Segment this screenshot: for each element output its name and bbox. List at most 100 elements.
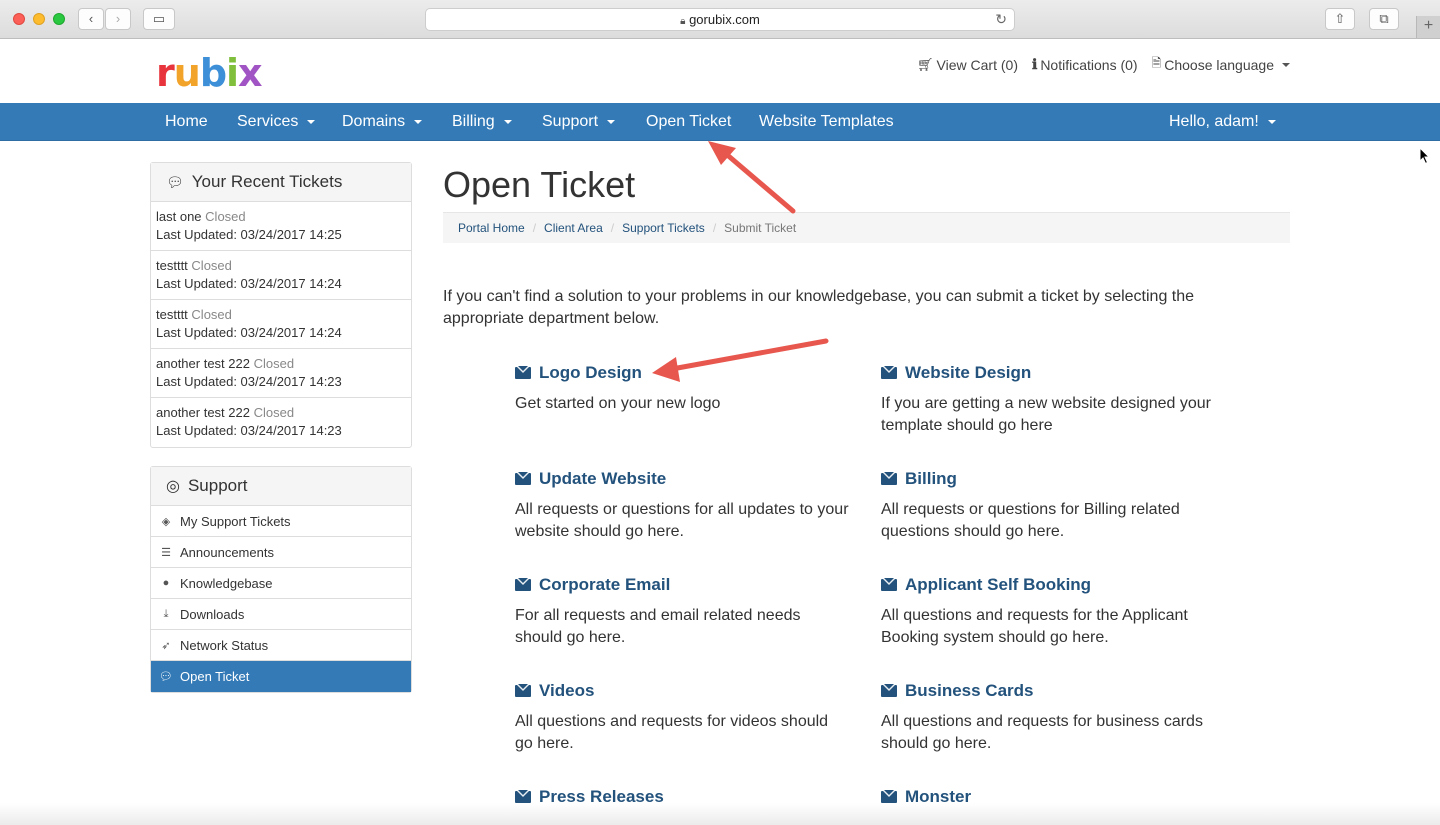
nav-support[interactable]: Support <box>542 103 616 141</box>
browser-toolbar: ‹ › ▭ 🔒︎ gorubix.com ↻ ⇧ ⧉ + <box>0 0 1440 39</box>
rocket-icon: ➶ <box>161 639 171 652</box>
life-ring-icon: ◎ <box>166 478 180 495</box>
breadcrumb: Portal Home / Client Area / Support Tick… <box>443 213 1290 243</box>
breadcrumb-separator: / <box>712 221 717 235</box>
nav-user-menu[interactable]: Hello, adam! <box>1169 103 1276 141</box>
department-link[interactable]: Corporate Email <box>515 574 850 596</box>
info-icon: ℹ <box>1031 56 1038 72</box>
envelope-icon <box>881 472 897 485</box>
support-item-announcements[interactable]: ☰ Announcements <box>151 537 411 568</box>
breadcrumb-support-tickets[interactable]: Support Tickets <box>622 221 705 235</box>
notifications-link[interactable]: ℹ Notifications (0) <box>1032 54 1138 75</box>
breadcrumb-portal-home[interactable]: Portal Home <box>458 221 525 235</box>
support-item-my-tickets[interactable]: ◈ My Support Tickets <box>151 506 411 537</box>
department-link[interactable]: Website Design <box>881 362 1216 384</box>
chevron-right-icon: › <box>115 11 121 26</box>
caret-down-icon <box>307 119 316 124</box>
department-description: All questions and requests for videos sh… <box>515 713 829 752</box>
comments-icon: 💬︎ <box>166 173 184 190</box>
sidebar-icon: ▭ <box>152 11 166 26</box>
nav-billing[interactable]: Billing <box>452 103 512 141</box>
department-description: All requests or questions for Billing re… <box>881 501 1180 540</box>
envelope-icon <box>881 578 897 591</box>
recent-ticket-item[interactable]: testttt Closed Last Updated: 03/24/2017 … <box>151 251 411 300</box>
recent-ticket-item[interactable]: another test 222 Closed Last Updated: 03… <box>151 349 411 398</box>
lock-icon: 🔒︎ <box>680 16 686 27</box>
department-description: For all requests and email related needs… <box>515 607 801 646</box>
envelope-icon <box>515 684 531 697</box>
forward-button[interactable]: › <box>105 8 131 30</box>
download-icon: ⤓ <box>163 607 169 620</box>
department-link[interactable]: Logo Design <box>515 362 850 384</box>
caret-down-icon <box>1267 119 1276 124</box>
department-business-cards: Business Cards All questions and request… <box>881 680 1216 755</box>
rubix-logo[interactable]: rubix <box>156 53 263 93</box>
breadcrumb-separator: / <box>532 221 537 235</box>
share-button[interactable]: ⇧ <box>1325 8 1355 30</box>
language-icon: 🗎 <box>1151 56 1162 70</box>
support-item-network-status[interactable]: ➶ Network Status <box>151 630 411 661</box>
support-item-knowledgebase[interactable]: ● Knowledgebase <box>151 568 411 599</box>
page-title: Open Ticket <box>443 164 636 205</box>
chevron-left-icon: ‹ <box>88 11 94 26</box>
nav-home[interactable]: Home <box>165 103 208 141</box>
recent-ticket-item[interactable]: testttt Closed Last Updated: 03/24/2017 … <box>151 300 411 349</box>
nav-services[interactable]: Services <box>237 103 316 141</box>
list-icon: ☰ <box>161 546 171 559</box>
intro-text: If you can't find a solution to your pro… <box>443 288 1195 327</box>
breadcrumb-separator: / <box>610 221 615 235</box>
support-item-downloads[interactable]: ⤓ Downloads <box>151 599 411 630</box>
caret-down-icon <box>414 119 423 124</box>
comments-icon: 💬︎ <box>159 671 173 683</box>
new-tab-button[interactable]: + <box>1416 16 1440 38</box>
department-description: All requests or questions for all update… <box>515 501 849 540</box>
back-button[interactable]: ‹ <box>78 8 104 30</box>
department-link[interactable]: Applicant Self Booking <box>881 574 1216 596</box>
department-link[interactable]: Update Website <box>515 468 850 490</box>
tabs-button[interactable]: ⧉ <box>1369 8 1399 30</box>
caret-down-icon <box>503 119 512 124</box>
caret-down-icon <box>607 119 616 124</box>
breadcrumb-client-area[interactable]: Client Area <box>544 221 603 235</box>
sidebar-toggle-button[interactable]: ▭ <box>143 8 175 30</box>
envelope-icon <box>881 790 897 803</box>
department-link[interactable]: Videos <box>515 680 850 702</box>
close-window-icon[interactable] <box>13 13 25 25</box>
zoom-window-icon[interactable] <box>53 13 65 25</box>
support-panel: ◎ Support ◈ My Support Tickets ☰ Announc… <box>150 466 412 693</box>
department-corporate-email: Corporate Email For all requests and ema… <box>515 574 850 649</box>
department-description: All questions and requests for the Appli… <box>881 607 1188 646</box>
envelope-icon <box>515 366 531 379</box>
minimize-window-icon[interactable] <box>33 13 45 25</box>
recent-ticket-item[interactable]: last one Closed Last Updated: 03/24/2017… <box>151 202 411 251</box>
recent-ticket-item[interactable]: another test 222 Closed Last Updated: 03… <box>151 398 411 447</box>
caret-down-icon <box>1282 62 1290 67</box>
choose-language-dropdown[interactable]: 🗎 Choose language <box>1152 54 1290 75</box>
nav-open-ticket[interactable]: Open Ticket <box>646 103 731 141</box>
address-bar[interactable]: 🔒︎ gorubix.com ↻ <box>425 8 1015 31</box>
nav-domains[interactable]: Domains <box>342 103 423 141</box>
url-text: gorubix.com <box>689 12 760 27</box>
department-logo-design: Logo Design Get started on your new logo <box>515 362 850 415</box>
department-billing: Billing All requests or questions for Bi… <box>881 468 1216 543</box>
envelope-icon <box>881 684 897 697</box>
department-link[interactable]: Business Cards <box>881 680 1216 702</box>
cart-icon: 🛒︎ <box>917 56 934 72</box>
envelope-icon <box>881 366 897 379</box>
panel-heading: ◎ Support <box>151 467 411 506</box>
panel-heading: 💬︎ Your Recent Tickets <box>151 163 411 202</box>
department-description: If you are getting a new website designe… <box>881 395 1211 434</box>
recent-tickets-panel: 💬︎ Your Recent Tickets last one Closed L… <box>150 162 412 448</box>
nav-website-templates[interactable]: Website Templates <box>759 103 894 141</box>
annotation-arrow-open-ticket <box>708 141 796 214</box>
header-links: 🛒︎ View Cart (0) ℹ Notifications (0) 🗎 C… <box>917 54 1290 75</box>
reload-icon[interactable]: ↻ <box>995 9 1007 30</box>
department-website-design: Website Design If you are getting a new … <box>881 362 1216 437</box>
site-header: rubix 🛒︎ View Cart (0) ℹ Notifications (… <box>0 39 1440 103</box>
envelope-icon <box>515 578 531 591</box>
main-navbar: Home Services Domains Billing Support Op… <box>0 103 1440 141</box>
view-cart-link[interactable]: 🛒︎ View Cart (0) <box>917 54 1018 75</box>
department-link[interactable]: Billing <box>881 468 1216 490</box>
support-item-open-ticket[interactable]: 💬︎ Open Ticket <box>151 661 411 692</box>
mouse-cursor-icon <box>1419 147 1431 165</box>
